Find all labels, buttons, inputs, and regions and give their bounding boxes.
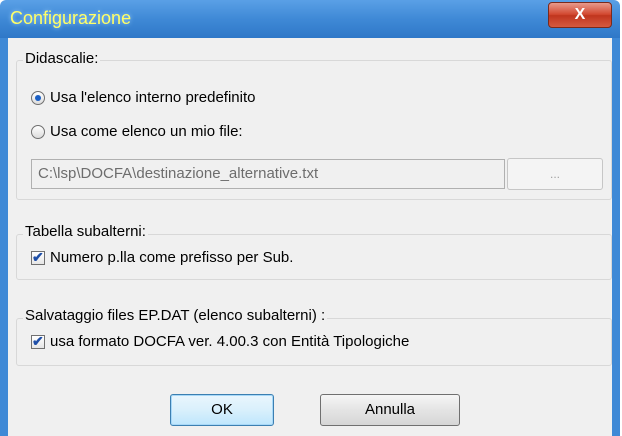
radio-custom-file-label: Usa come elenco un mio file:: [50, 123, 243, 140]
radio-custom-file[interactable]: Usa come elenco un mio file:: [31, 123, 243, 140]
check-icon: ✔: [32, 332, 44, 349]
didascalie-legend: Didascalie:: [23, 50, 101, 67]
title-bar[interactable]: Configurazione X: [0, 0, 620, 38]
file-path-field[interactable]: C:\lsp\DOCFA\destinazione_alternative.tx…: [31, 159, 505, 189]
window-frame-left: [0, 38, 8, 436]
radio-internal-label: Usa l'elenco interno predefinito: [50, 89, 256, 106]
window-frame-right: [612, 38, 620, 436]
checkbox-prefix-sub-box[interactable]: ✔: [31, 248, 45, 265]
radio-internal-list[interactable]: Usa l'elenco interno predefinito: [31, 89, 256, 106]
salvataggio-group: Salvataggio files EP.DAT (elenco subalte…: [16, 307, 612, 366]
didascalie-group: Didascalie: Usa l'elenco interno predefi…: [16, 50, 612, 200]
dialog-body: Didascalie: Usa l'elenco interno predefi…: [8, 38, 612, 436]
cancel-button[interactable]: Annulla: [320, 394, 460, 426]
checkbox-docfa-format-label: usa formato DOCFA ver. 4.00.3 con Entità…: [50, 333, 410, 350]
browse-button[interactable]: ...: [507, 158, 603, 190]
radio-internal-indicator[interactable]: [31, 90, 45, 105]
checkbox-docfa-format[interactable]: ✔ usa formato DOCFA ver. 4.00.3 con Enti…: [31, 333, 409, 350]
tabella-legend: Tabella subalterni:: [23, 223, 148, 240]
checkbox-docfa-format-box[interactable]: ✔: [31, 332, 45, 349]
checkbox-prefix-sub[interactable]: ✔ Numero p.lla come prefisso per Sub.: [31, 249, 293, 266]
check-icon: ✔: [32, 248, 44, 265]
close-icon: X: [574, 6, 586, 23]
checkbox-prefix-sub-label: Numero p.lla come prefisso per Sub.: [50, 249, 294, 266]
radio-custom-file-indicator[interactable]: [31, 124, 45, 139]
config-dialog: Configurazione X Didascalie: Usa l'elenc…: [0, 0, 620, 436]
window-title: Configurazione: [10, 8, 132, 28]
close-button[interactable]: X: [548, 2, 612, 28]
salvataggio-legend: Salvataggio files EP.DAT (elenco subalte…: [23, 307, 328, 324]
tabella-group: Tabella subalterni: ✔ Numero p.lla come …: [16, 223, 612, 280]
ok-button[interactable]: OK: [170, 394, 274, 426]
